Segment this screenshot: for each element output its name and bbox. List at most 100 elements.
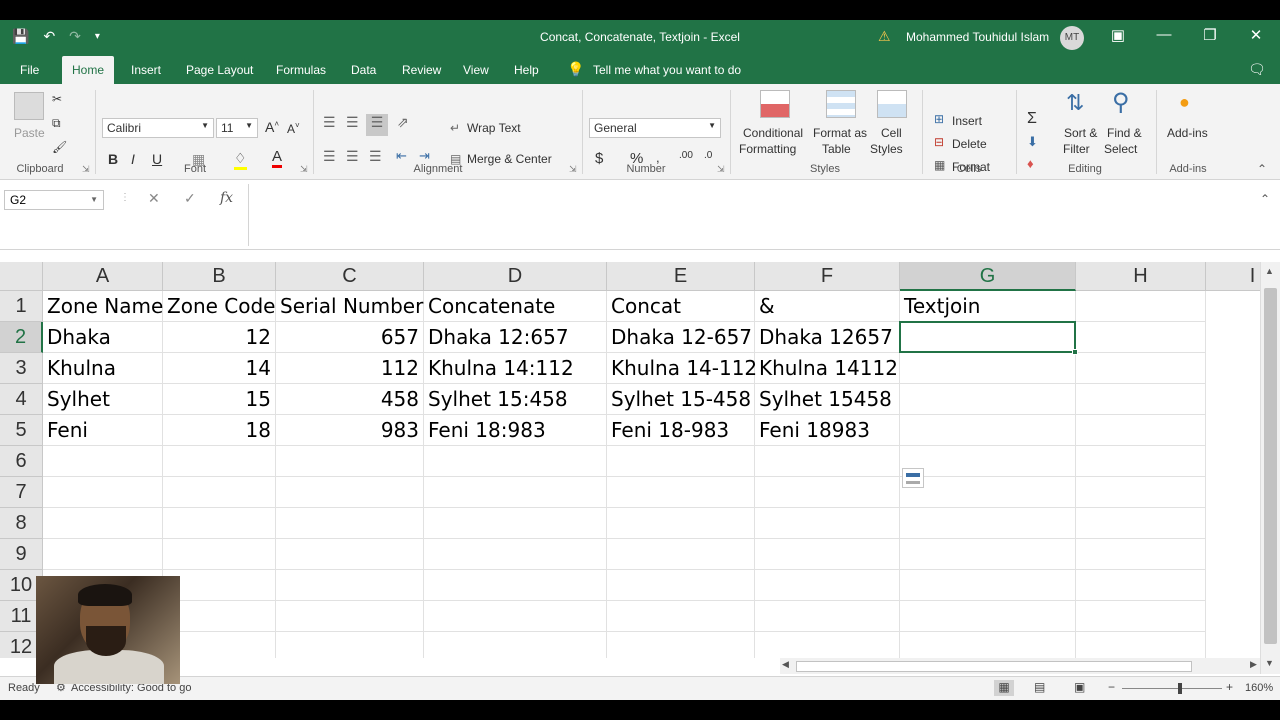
- autosum-icon[interactable]: Σ: [1027, 110, 1037, 128]
- increase-indent-icon[interactable]: ⇥: [419, 148, 430, 164]
- column-header-a[interactable]: A: [43, 262, 163, 291]
- restore-icon[interactable]: ❐: [1198, 26, 1222, 44]
- cell-f10[interactable]: [755, 570, 900, 601]
- comments-icon[interactable]: 🗨: [1248, 61, 1266, 78]
- scroll-right-icon[interactable]: ▶: [1250, 659, 1257, 670]
- cell-b8[interactable]: [163, 508, 276, 539]
- cell-e11[interactable]: [607, 601, 755, 632]
- cell-styles-label[interactable]: Styles: [870, 142, 903, 156]
- column-header-e[interactable]: E: [607, 262, 755, 291]
- copy-icon[interactable]: ⧉: [52, 116, 61, 131]
- sort-filter-button[interactable]: Sort &: [1064, 126, 1097, 140]
- cell-e12[interactable]: [607, 632, 755, 658]
- conditional-formatting-icon[interactable]: [760, 90, 790, 118]
- cell-g3[interactable]: [900, 353, 1076, 384]
- cell-b4[interactable]: 15: [163, 384, 276, 415]
- cell-d4[interactable]: Sylhet 15:458: [424, 384, 607, 415]
- cell-c12[interactable]: [276, 632, 424, 658]
- tab-insert[interactable]: Insert: [131, 63, 161, 77]
- cell-styles-icon[interactable]: [877, 90, 907, 118]
- cell-a7[interactable]: [43, 477, 163, 508]
- name-box[interactable]: G2 ▼: [4, 190, 104, 210]
- cell-g5[interactable]: [900, 415, 1076, 446]
- format-painter-icon[interactable]: 🖌: [52, 140, 67, 154]
- number-launcher-icon[interactable]: ⇲: [717, 164, 725, 175]
- vertical-scroll-thumb[interactable]: [1264, 288, 1277, 644]
- cell-c7[interactable]: [276, 477, 424, 508]
- cell-f12[interactable]: [755, 632, 900, 658]
- format-as-table-button[interactable]: Format as: [813, 126, 867, 140]
- row-header-5[interactable]: 5: [0, 415, 43, 446]
- cell-h11[interactable]: [1076, 601, 1206, 632]
- cell-e2[interactable]: Dhaka 12-657: [607, 322, 755, 353]
- cell-d7[interactable]: [424, 477, 607, 508]
- cell-d9[interactable]: [424, 539, 607, 570]
- page-break-view-icon[interactable]: ▣: [1074, 680, 1085, 694]
- tell-me-search[interactable]: Tell me what you want to do: [593, 63, 741, 77]
- merge-center-button[interactable]: Merge & Center: [467, 152, 552, 166]
- cell-d6[interactable]: [424, 446, 607, 477]
- cell-c9[interactable]: [276, 539, 424, 570]
- cell-b9[interactable]: [163, 539, 276, 570]
- cell-h8[interactable]: [1076, 508, 1206, 539]
- horizontal-scrollbar[interactable]: ◀ ▶: [780, 658, 1260, 674]
- collapse-formula-bar-icon[interactable]: ⌃: [1260, 192, 1270, 206]
- cell-d11[interactable]: [424, 601, 607, 632]
- avatar[interactable]: MT: [1060, 26, 1084, 50]
- tab-data[interactable]: Data: [351, 63, 376, 77]
- cell-b2[interactable]: 12: [163, 322, 276, 353]
- column-header-f[interactable]: F: [755, 262, 900, 291]
- cell-a1[interactable]: Zone Name: [43, 291, 163, 322]
- cell-a6[interactable]: [43, 446, 163, 477]
- cell-c5[interactable]: 983: [276, 415, 424, 446]
- clear-icon[interactable]: ♦: [1027, 156, 1034, 171]
- align-bottom-icon[interactable]: ☰: [366, 114, 388, 136]
- conditional-formatting-label[interactable]: Formatting: [739, 142, 796, 156]
- cell-a9[interactable]: [43, 539, 163, 570]
- sort-filter-icon[interactable]: ⇅: [1066, 90, 1084, 116]
- cell-a4[interactable]: Sylhet: [43, 384, 163, 415]
- wrap-text-icon[interactable]: ↵: [450, 121, 460, 135]
- cell-g12[interactable]: [900, 632, 1076, 658]
- row-header-3[interactable]: 3: [0, 353, 43, 384]
- active-cell-selection[interactable]: [899, 321, 1078, 355]
- row-header-1[interactable]: 1: [0, 291, 43, 322]
- cancel-icon[interactable]: ✕: [148, 190, 160, 207]
- cell-d10[interactable]: [424, 570, 607, 601]
- decrease-font-icon[interactable]: A˅: [287, 121, 300, 136]
- cell-f7[interactable]: [755, 477, 900, 508]
- fill-icon[interactable]: ⬇: [1027, 134, 1038, 150]
- decrease-decimal-icon[interactable]: .0: [704, 150, 712, 161]
- align-right-icon[interactable]: ☰: [369, 148, 382, 165]
- cell-a2[interactable]: Dhaka: [43, 322, 163, 353]
- cell-c4[interactable]: 458: [276, 384, 424, 415]
- cell-a8[interactable]: [43, 508, 163, 539]
- clipboard-launcher-icon[interactable]: ⇲: [82, 164, 90, 175]
- cell-b7[interactable]: [163, 477, 276, 508]
- scroll-up-icon[interactable]: ▲: [1265, 266, 1274, 276]
- format-as-table-label[interactable]: Table: [822, 142, 851, 156]
- normal-view-icon[interactable]: ▦: [994, 680, 1014, 696]
- tab-page-layout[interactable]: Page Layout: [186, 63, 253, 77]
- cell-e4[interactable]: Sylhet 15-458: [607, 384, 755, 415]
- currency-button[interactable]: $: [595, 150, 603, 167]
- number-format-combo[interactable]: General ▼: [589, 118, 721, 138]
- row-header-2[interactable]: 2: [0, 322, 43, 353]
- horizontal-scroll-thumb[interactable]: [796, 661, 1192, 672]
- cell-b1[interactable]: Zone Code: [163, 291, 276, 322]
- collapse-ribbon-icon[interactable]: ⌃: [1257, 162, 1267, 176]
- align-top-icon[interactable]: ☰: [323, 114, 336, 131]
- zoom-in-icon[interactable]: +: [1226, 680, 1233, 694]
- cell-g8[interactable]: [900, 508, 1076, 539]
- formula-input[interactable]: [248, 184, 1258, 246]
- row-header-4[interactable]: 4: [0, 384, 43, 415]
- enter-icon[interactable]: ✓: [184, 190, 196, 207]
- cell-e6[interactable]: [607, 446, 755, 477]
- tab-review[interactable]: Review: [402, 63, 441, 77]
- align-center-icon[interactable]: ☰: [346, 148, 359, 165]
- cell-e5[interactable]: Feni 18-983: [607, 415, 755, 446]
- lightbulb-icon[interactable]: 💡: [567, 61, 584, 78]
- tab-formulas[interactable]: Formulas: [276, 63, 326, 77]
- fill-color-icon[interactable]: ♢: [234, 150, 247, 170]
- zoom-level[interactable]: 160%: [1245, 682, 1273, 694]
